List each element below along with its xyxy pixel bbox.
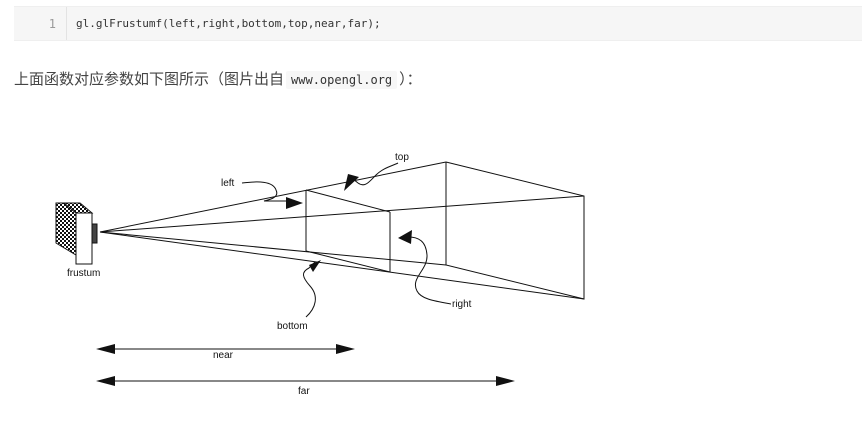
code-line-number: 1 [48, 17, 56, 31]
camera-icon [55, 202, 98, 265]
label-frustum: frustum [67, 268, 100, 279]
dimension-near [96, 344, 355, 354]
label-left: left [221, 178, 235, 189]
frustum-diagram: top left right bottom frustum near far [55, 152, 585, 397]
code-block: 1 gl.glFrustumf(left,right,bottom,top,ne… [14, 6, 862, 41]
dimension-far [96, 376, 515, 386]
caption-text-before: 上面函数对应参数如下图所示（图片出自 [14, 70, 285, 88]
arrowheads [286, 174, 412, 272]
figure-caption-paragraph: 上面函数对应参数如下图所示（图片出自 www.opengl.org）： [14, 69, 422, 89]
caption-text-after: ）： [399, 70, 422, 88]
label-right: right [452, 299, 472, 310]
leader-lines [241, 162, 452, 318]
code-gutter: 1 [14, 7, 67, 40]
label-far: far [298, 386, 310, 397]
label-bottom: bottom [277, 321, 308, 332]
label-near: near [213, 350, 234, 361]
code-line: gl.glFrustumf(left,right,bottom,top,near… [76, 17, 381, 30]
frustum-lines [99, 161, 585, 300]
label-top: top [395, 152, 409, 163]
inline-code-source: www.opengl.org [286, 71, 398, 89]
